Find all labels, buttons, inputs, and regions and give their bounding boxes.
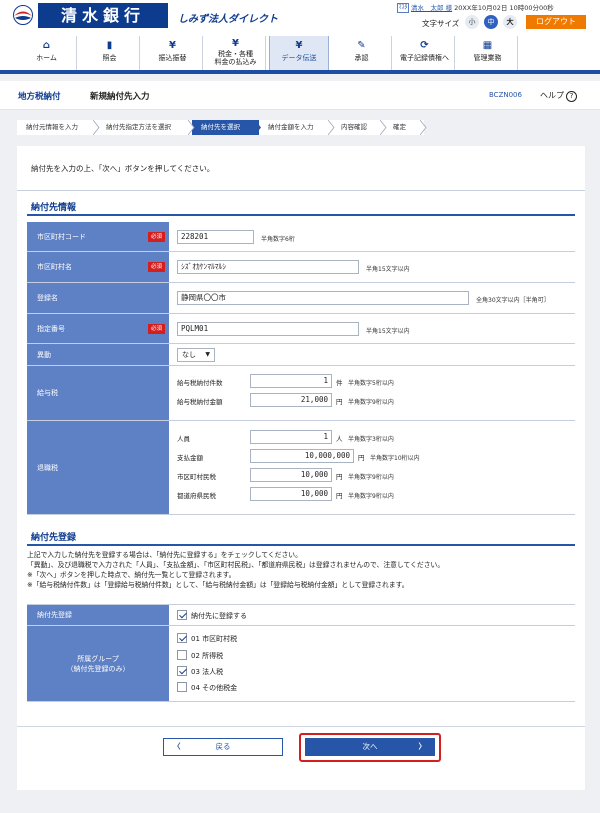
document-icon: ▮ bbox=[106, 40, 113, 51]
home-icon: ⌂ bbox=[42, 40, 51, 51]
service-tagline: しみず法人ダイレクト bbox=[178, 14, 278, 25]
help-link[interactable]: ヘルプ? bbox=[540, 90, 577, 102]
step-arrow-icon bbox=[255, 120, 261, 135]
designation-number-input[interactable]: PQLM01 bbox=[177, 322, 359, 336]
municipal-name-row: 市区町村名 必須 ｼｽﾞｵｶｹﾝﾏﾙﾏﾙｼ 半角15文字以内 bbox=[27, 252, 575, 283]
payment-amount-input[interactable]: 10,000,000 bbox=[250, 449, 354, 463]
nav-transfer[interactable]: ¥ 振込振替 bbox=[143, 36, 203, 70]
user-icon: ﾏｽﾀ bbox=[397, 3, 409, 13]
salary-tax-amount-input[interactable]: 21,000 bbox=[250, 393, 332, 407]
persons-input[interactable]: 1 bbox=[250, 430, 332, 444]
chevron-right-icon: 〉 bbox=[418, 742, 427, 751]
approve-icon: ✎ bbox=[357, 40, 366, 51]
salary-tax-count-input[interactable]: 1 bbox=[250, 374, 332, 388]
login-time: 20XX年10月02日 10時00分00秒 bbox=[454, 4, 554, 12]
instruction-text: 納付先を入力の上、「次へ」ボタンを押してください。 bbox=[31, 164, 215, 173]
header: 清水銀行 しみず法人ダイレクト ﾏｽﾀ 清水 太郎 様 20XX年10月02日 1… bbox=[0, 0, 600, 36]
user-info: ﾏｽﾀ 清水 太郎 様 20XX年10月02日 10時00分00秒 bbox=[397, 2, 554, 13]
help-icon: ? bbox=[566, 91, 577, 102]
transfer-select[interactable]: なし ▼ bbox=[177, 348, 215, 362]
step-4: 納付金額を入力 bbox=[259, 120, 332, 135]
registered-name-row: 登録名 静岡県〇〇市 全角30文字以内［半角可］ bbox=[27, 283, 575, 314]
font-size-small-button[interactable]: 小 bbox=[465, 15, 479, 29]
divider bbox=[17, 190, 585, 191]
dropdown-arrow-icon: ▼ bbox=[205, 351, 210, 358]
designation-number-row: 指定番号 必須 PQLM01 半角15文字以内 bbox=[27, 314, 575, 344]
user-name-link[interactable]: 清水 太郎 様 bbox=[411, 4, 452, 12]
step-arrow-icon bbox=[420, 120, 427, 135]
next-button[interactable]: 次へ〉 bbox=[305, 738, 435, 756]
step-1: 納付元情報を入力 bbox=[17, 120, 97, 135]
logout-button[interactable]: ログアウト bbox=[526, 15, 586, 29]
municipal-code-row: 市区町村コード 必須 228201 半角数字6桁 bbox=[27, 222, 575, 252]
register-notes: 上記で入力した納付先を登録する場合は、「納付先に登録する」をチェックしてください… bbox=[27, 551, 445, 589]
step-3-current: 納付先を選択 bbox=[192, 120, 259, 135]
required-badge: 必須 bbox=[148, 262, 165, 272]
step-arrow-icon bbox=[380, 120, 387, 135]
main-card: 納付先を入力の上、「次へ」ボタンを押してください。 納付先情報 市区町村コード必… bbox=[17, 146, 585, 790]
registered-name-input[interactable]: 静岡県〇〇市 bbox=[177, 291, 469, 305]
global-nav: ⌂ ホーム ▮ 照会 ¥ 振込振替 ¥ 税金・各種 料金の払込み ¥ データ伝送 ✎ 承認 … bbox=[0, 36, 600, 74]
group-02-checkbox[interactable] bbox=[177, 650, 187, 660]
prefectural-resident-tax-input[interactable]: 10,000 bbox=[250, 487, 332, 501]
nav-approval[interactable]: ✎ 承認 bbox=[332, 36, 392, 70]
nav-home[interactable]: ⌂ ホーム bbox=[17, 36, 77, 70]
register-row: 納付先登録 納付先に登録する bbox=[27, 604, 575, 626]
step-2: 納付先指定方法を選択 bbox=[97, 120, 192, 135]
button-bar-divider bbox=[17, 726, 585, 727]
sync-icon: ⟳ bbox=[420, 40, 429, 51]
font-size-medium-button[interactable]: 中 bbox=[484, 15, 498, 29]
group-04-checkbox[interactable] bbox=[177, 682, 187, 692]
step-arrow-icon bbox=[93, 120, 100, 135]
step-5: 内容確認 bbox=[332, 120, 384, 135]
payee-section-title: 納付先情報 bbox=[31, 203, 77, 213]
retirement-tax-row: 退職税 人員 1 人 半角数字3桁以内 支払金額 10,000,000 円 半角… bbox=[27, 421, 575, 515]
chevron-left-icon: 〈 bbox=[173, 742, 181, 751]
page-category: 地方税納付 bbox=[18, 92, 61, 102]
bank-logo-icon bbox=[13, 5, 33, 25]
nav-inquiry[interactable]: ▮ 照会 bbox=[80, 36, 140, 70]
nav-e-receivables[interactable]: ⟳ 電子記録債権へ bbox=[395, 36, 455, 70]
yen-icon: ¥ bbox=[295, 40, 303, 51]
group-03-checkbox[interactable] bbox=[177, 666, 187, 676]
municipal-name-input[interactable]: ｼｽﾞｵｶｹﾝﾏﾙﾏﾙｼ bbox=[177, 260, 359, 274]
yen-icon: ¥ bbox=[169, 40, 176, 51]
step-6: 確定 bbox=[384, 120, 424, 135]
nav-tax-payment[interactable]: ¥ 税金・各種 料金の払込み bbox=[206, 36, 266, 70]
back-button[interactable]: 〈戻る bbox=[163, 738, 283, 756]
transfer-row: 異動 なし ▼ bbox=[27, 344, 575, 366]
step-arrow-icon bbox=[188, 120, 195, 135]
required-badge: 必須 bbox=[148, 323, 165, 334]
page-title: 新規納付先入力 bbox=[90, 92, 150, 102]
group-01-checkbox[interactable] bbox=[177, 633, 187, 643]
nav-admin[interactable]: ▦ 管理業務 bbox=[458, 36, 518, 70]
page-title-bar: 地方税納付 新規納付先入力 BCZN006 ヘルプ? bbox=[0, 81, 600, 110]
group-row: 所属グループ （納付先登録のみ） 01 市区町村税 02 所得税 03 法人税 0… bbox=[27, 626, 575, 702]
section-rule bbox=[27, 214, 575, 216]
salary-tax-row: 給与税 給与税納付件数 1 件 半角数字5桁以内 給与税納付金額 21,000 … bbox=[27, 366, 575, 421]
font-size-large-button[interactable]: 大 bbox=[503, 15, 517, 29]
bank-name: 清水銀行 bbox=[38, 3, 168, 28]
screen-code: BCZN006 bbox=[489, 91, 522, 99]
register-section-title: 納付先登録 bbox=[31, 533, 77, 543]
font-size-label: 文字サイズ bbox=[422, 19, 460, 28]
municipal-code-input[interactable]: 228201 bbox=[177, 230, 254, 244]
required-badge: 必須 bbox=[148, 231, 165, 242]
nav-data-transmission[interactable]: ¥ データ伝送 bbox=[269, 36, 329, 70]
admin-icon: ▦ bbox=[482, 40, 493, 51]
municipal-resident-tax-input[interactable]: 10,000 bbox=[250, 468, 332, 482]
yen-icon: ¥ bbox=[232, 38, 239, 49]
step-arrow-icon bbox=[328, 120, 335, 135]
section-rule bbox=[27, 544, 575, 546]
register-checkbox[interactable] bbox=[177, 610, 187, 620]
